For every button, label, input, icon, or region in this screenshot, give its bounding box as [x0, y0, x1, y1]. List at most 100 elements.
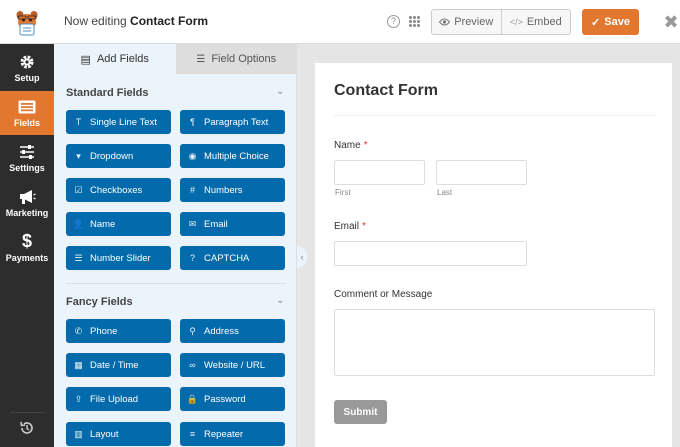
radio-icon: ◉ [188, 150, 197, 161]
field-button-number-slider[interactable]: ☰ Number Slider [66, 246, 171, 270]
hash-icon: # [189, 185, 195, 195]
field-button-multiple-choice[interactable]: ◉ Multiple Choice [180, 144, 285, 168]
eye-icon [439, 18, 451, 26]
chevron-up-icon[interactable]: ⌄ [276, 295, 284, 306]
close-icon[interactable]: ✖ [662, 10, 680, 34]
fancy-fields-title[interactable]: Fancy Fields [66, 296, 133, 308]
checkbox-icon: ☑ [74, 184, 83, 195]
field-button-paragraph-text[interactable]: ¶ Paragraph Text [180, 110, 285, 134]
field-button-layout[interactable]: ▥ Layout [66, 422, 171, 446]
nav-label: Setup [14, 73, 40, 83]
phone-icon: ✆ [74, 325, 83, 336]
required-asterisk: * [362, 221, 366, 232]
nav-item-settings[interactable]: Settings [0, 136, 54, 180]
calendar-icon: ▦ [74, 359, 83, 370]
chevron-up-icon[interactable]: ⌄ [276, 86, 284, 97]
tab-label: Add Fields [96, 53, 149, 65]
preview-button[interactable]: Preview [432, 10, 501, 34]
field-label: CAPTCHA [204, 252, 250, 264]
code-icon: </> [509, 17, 523, 27]
tab-add-fields[interactable]: ▤ Add Fields [54, 44, 176, 74]
history-icon[interactable] [10, 412, 44, 442]
field-button-file-upload[interactable]: ⇪ File Upload [66, 387, 171, 411]
help-icon[interactable]: ? [387, 15, 400, 28]
field-label: Dropdown [90, 150, 134, 162]
nav-label: Payments [5, 253, 49, 263]
nav-label: Marketing [5, 208, 49, 218]
save-button[interactable]: ✓ Save [582, 9, 639, 35]
paragraph-icon: ¶ [190, 117, 195, 127]
field-button-password[interactable]: 🔒 Password [180, 387, 285, 411]
label-text: Comment or Message [334, 289, 433, 300]
field-button-website-url[interactable]: ∞ Website / URL [180, 353, 285, 377]
name-field-label[interactable]: Name * [334, 140, 368, 151]
preview-embed-group: Preview </> Embed [431, 9, 571, 35]
field-button-address[interactable]: ⚲ Address [180, 319, 285, 343]
first-name-input[interactable] [334, 160, 425, 185]
field-label: Website / URL [204, 359, 266, 371]
dropdown-icon: ▾ [76, 150, 81, 161]
list-icon: ▤ [80, 53, 91, 66]
field-button-single-line-text[interactable]: T Single Line Text [66, 110, 171, 134]
question-icon: ? [189, 253, 195, 263]
field-button-email[interactable]: ✉ Email [180, 212, 285, 236]
first-sublabel: First [335, 188, 351, 197]
field-button-date-time[interactable]: ▦ Date / Time [66, 353, 171, 377]
upload-icon: ⇪ [74, 393, 83, 404]
field-label: Single Line Text [90, 116, 157, 128]
nav-item-payments[interactable]: $ Payments [0, 226, 54, 270]
sliders-icon: ☰ [196, 53, 206, 65]
megaphone-icon [18, 188, 36, 205]
form-title-divider [334, 115, 656, 116]
repeat-icon: ≡ [189, 429, 196, 439]
field-button-dropdown[interactable]: ▾ Dropdown [66, 144, 171, 168]
standard-fields-title[interactable]: Standard Fields [66, 87, 149, 99]
field-button-numbers[interactable]: # Numbers [180, 178, 285, 202]
label-text: Name [334, 140, 361, 151]
slider-icon: ☰ [74, 252, 83, 263]
nav-label: Settings [9, 163, 45, 173]
wpforms-logo [0, 0, 54, 44]
form-title[interactable]: Contact Form [334, 82, 438, 100]
last-name-input[interactable] [436, 160, 527, 185]
field-label: File Upload [90, 393, 139, 405]
email-input[interactable] [334, 241, 527, 266]
field-button-checkboxes[interactable]: ☑ Checkboxes [66, 178, 171, 202]
top-bar: Now editing Contact Form ? Preview </> E… [0, 0, 680, 44]
field-label: Date / Time [90, 359, 139, 371]
field-label: Layout [90, 428, 119, 440]
form-card: Contact Form Name * First Last Email * Com… [315, 63, 672, 447]
check-icon: ✓ [591, 16, 601, 29]
save-label: Save [604, 16, 630, 28]
link-icon: ∞ [189, 360, 196, 370]
tab-label: Field Options [211, 53, 277, 65]
nav-item-setup[interactable]: Setup [0, 46, 54, 90]
email-field-label[interactable]: Email * [334, 221, 366, 232]
field-label: Phone [90, 325, 118, 337]
required-asterisk: * [363, 140, 368, 151]
text-icon: T [75, 117, 82, 127]
comment-textarea[interactable] [334, 309, 655, 376]
editing-title: Now editing Contact Form [64, 14, 208, 28]
nav-item-fields[interactable]: Fields [0, 91, 54, 135]
field-button-captcha[interactable]: ? CAPTCHA [180, 246, 285, 270]
field-button-name[interactable]: 👤 Name [66, 212, 171, 236]
envelope-icon: ✉ [188, 218, 197, 229]
sliders-icon [19, 143, 35, 160]
nav-item-marketing[interactable]: Marketing [0, 181, 54, 225]
tab-field-options[interactable]: ☰ Field Options [175, 44, 296, 74]
field-label: Numbers [204, 184, 243, 196]
label-text: Email [334, 221, 360, 232]
embed-button[interactable]: </> Embed [500, 10, 571, 34]
comment-field-label[interactable]: Comment or Message [334, 289, 432, 300]
columns-icon: ▥ [74, 428, 83, 439]
nav-label: Fields [13, 118, 40, 128]
field-label: Email [204, 218, 228, 230]
field-label: Name [90, 218, 116, 230]
field-button-phone[interactable]: ✆ Phone [66, 319, 171, 343]
field-label: Password [204, 393, 246, 405]
submit-button[interactable]: Submit [334, 400, 387, 424]
field-button-repeater[interactable]: ≡ Repeater [180, 422, 285, 446]
form-preview-area: Contact Form Name * First Last Email * Com… [297, 44, 680, 447]
grid-menu-icon[interactable] [409, 16, 420, 27]
